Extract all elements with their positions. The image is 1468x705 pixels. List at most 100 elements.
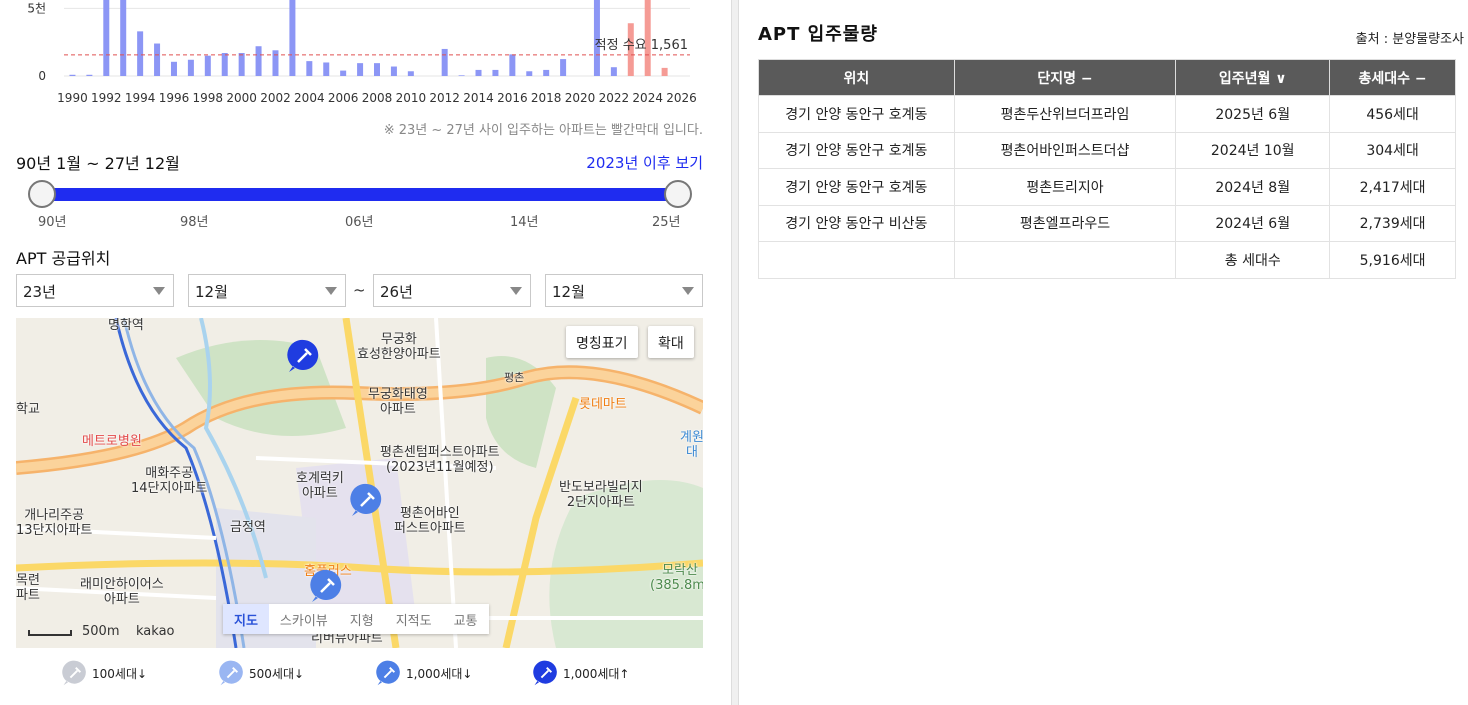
marker-medium-icon: [219, 660, 243, 686]
table-row[interactable]: 경기 안양 동안구 호계동 평촌두산위브더프라임 2025년 6월 456세대: [758, 95, 1456, 133]
range-slider-start-handle[interactable]: [28, 180, 56, 208]
legend-label: 1,000세대↑: [563, 666, 630, 681]
dropdown-arrow-icon: [510, 287, 522, 295]
panel-divider[interactable]: [731, 0, 739, 705]
x-tick-label: 1996: [159, 91, 190, 105]
chart-bar[interactable]: [526, 71, 533, 76]
chart-bar[interactable]: [374, 63, 380, 76]
chart-bar[interactable]: [509, 54, 516, 76]
from-year-select[interactable]: 23년: [16, 274, 174, 307]
supply-table: 위치 단지명 − 입주년월 ∨ 총세대수 − 경기 안양 동안구 호계동 평촌두…: [758, 59, 1456, 279]
cell-move-in: 2025년 6월: [1175, 95, 1331, 133]
map-brand-logo: kakao: [136, 624, 175, 639]
chart-bar[interactable]: [272, 50, 279, 76]
map-label: 메트로병원: [82, 434, 142, 449]
chart-bar[interactable]: [238, 53, 245, 76]
x-tick-label: 2018: [531, 91, 562, 105]
chart-bar[interactable]: [661, 67, 668, 76]
chart-bar[interactable]: [306, 61, 313, 76]
chart-bar[interactable]: [154, 43, 161, 76]
chart-bar[interactable]: [560, 59, 567, 76]
col-move-in[interactable]: 입주년월 ∨: [1175, 59, 1331, 96]
x-tick-label: 2016: [497, 91, 528, 105]
from-month-select[interactable]: 12월: [188, 274, 346, 307]
zoom-in-button[interactable]: 확대: [648, 326, 694, 358]
show-names-button[interactable]: 명칭표기: [566, 326, 638, 358]
apt-marker-icon[interactable]: [287, 338, 321, 374]
x-tick-label: 2026: [666, 91, 697, 105]
chart-bar[interactable]: [137, 31, 144, 76]
chart-bar[interactable]: [103, 0, 110, 77]
from-month-value: 12월: [195, 283, 228, 301]
map-type-traffic[interactable]: 교통: [443, 604, 489, 634]
chart-bar[interactable]: [204, 55, 211, 76]
view-after-2023-link[interactable]: 2023년 이후 보기: [586, 152, 703, 173]
col-complex[interactable]: 단지명 −: [953, 59, 1177, 96]
chart-bar[interactable]: [357, 63, 364, 76]
from-year-value: 23년: [23, 283, 56, 301]
chart-bar[interactable]: [441, 48, 448, 76]
map-label: 무궁화 효성한양아파트: [357, 332, 441, 362]
legend-item: 1,000세대↑: [533, 658, 630, 688]
col-households[interactable]: 총세대수 −: [1329, 59, 1456, 96]
chart-bar[interactable]: [407, 71, 414, 76]
map-label: 롯데마트: [579, 397, 627, 412]
to-year-select[interactable]: 26년: [373, 274, 531, 307]
legend-label: 1,000세대↓: [406, 666, 473, 681]
range-tick: 98년: [180, 215, 209, 230]
cell-complex: 평촌두산위브더프라임: [953, 95, 1177, 133]
table-row[interactable]: 경기 안양 동안구 비산동 평촌엘프라우드 2024년 6월 2,739세대: [758, 204, 1456, 242]
x-tick-label: 2014: [463, 91, 494, 105]
chart-bar[interactable]: [255, 46, 262, 76]
apt-marker-icon[interactable]: [350, 482, 384, 518]
map-label: 학교: [16, 402, 40, 417]
x-tick-label: 2000: [226, 91, 257, 105]
cell-complex: 평촌트리지아: [953, 168, 1177, 206]
dropdown-arrow-icon: [682, 287, 694, 295]
chart-bar[interactable]: [187, 59, 194, 76]
chart-bar[interactable]: [610, 67, 617, 76]
chart-bar[interactable]: [69, 74, 76, 76]
x-tick-label: 2024: [632, 91, 663, 105]
map-label: 개나리주공 13단지아파트: [16, 508, 93, 538]
chart-svg: 05천1990 1992 1994 1996 1998 2000 2002 2004 2006 2…: [27, 0, 697, 105]
cell-location: 경기 안양 동안구 비산동: [758, 204, 955, 242]
x-tick-label: 2012: [429, 91, 460, 105]
chart-bar[interactable]: [170, 61, 177, 76]
col-location[interactable]: 위치: [758, 59, 955, 96]
legend-label: 500세대↓: [249, 666, 305, 681]
legend-item: 100세대↓: [62, 658, 147, 688]
to-month-select[interactable]: 12월: [545, 274, 703, 307]
cell-complex: 평촌어바인퍼스트더샵: [953, 131, 1177, 169]
x-tick-label: 2004: [294, 91, 325, 105]
chart-bar[interactable]: [86, 74, 93, 76]
chart-bar[interactable]: [340, 70, 347, 76]
chart-bar[interactable]: [390, 66, 397, 76]
chart-bar[interactable]: [120, 0, 127, 77]
apt-marker-icon[interactable]: [310, 568, 344, 604]
range-slider-end-handle[interactable]: [664, 180, 692, 208]
map-label: 계원 대: [680, 430, 703, 460]
x-tick-label: 2022: [599, 91, 630, 105]
chart-bar[interactable]: [289, 0, 296, 77]
table-row[interactable]: 경기 안양 동안구 호계동 평촌트리지아 2024년 8월 2,417세대: [758, 168, 1456, 206]
map-type-skyview[interactable]: 스카이뷰: [269, 604, 339, 634]
range-slider-track[interactable]: [42, 188, 678, 201]
chart-bar[interactable]: [221, 53, 228, 76]
cell-households: 304세대: [1329, 131, 1456, 169]
chart-bar[interactable]: [458, 75, 465, 76]
chart-bar[interactable]: [543, 69, 550, 76]
map-type-cadastral[interactable]: 지적도: [385, 604, 443, 634]
chart-bar[interactable]: [492, 69, 499, 76]
chart-bar[interactable]: [323, 62, 330, 76]
cell-households: 2,417세대: [1329, 168, 1456, 206]
total-label: 총 세대수: [1175, 241, 1331, 279]
range-tick: 90년: [38, 215, 67, 230]
table-row[interactable]: 경기 안양 동안구 호계동 평촌어바인퍼스트더샵 2024년 10월 304세대: [758, 131, 1456, 169]
chart-bar[interactable]: [475, 69, 482, 76]
cell-complex: 평촌엘프라우드: [953, 204, 1177, 242]
map-view[interactable]: 명학역 무궁화 효성한양아파트 무궁화태영 아파트 평촌 롯데마트 학교 메트로…: [16, 318, 703, 648]
map-type-terrain[interactable]: 지형: [339, 604, 385, 634]
x-tick-label: 2010: [396, 91, 427, 105]
map-type-map[interactable]: 지도: [223, 604, 269, 634]
